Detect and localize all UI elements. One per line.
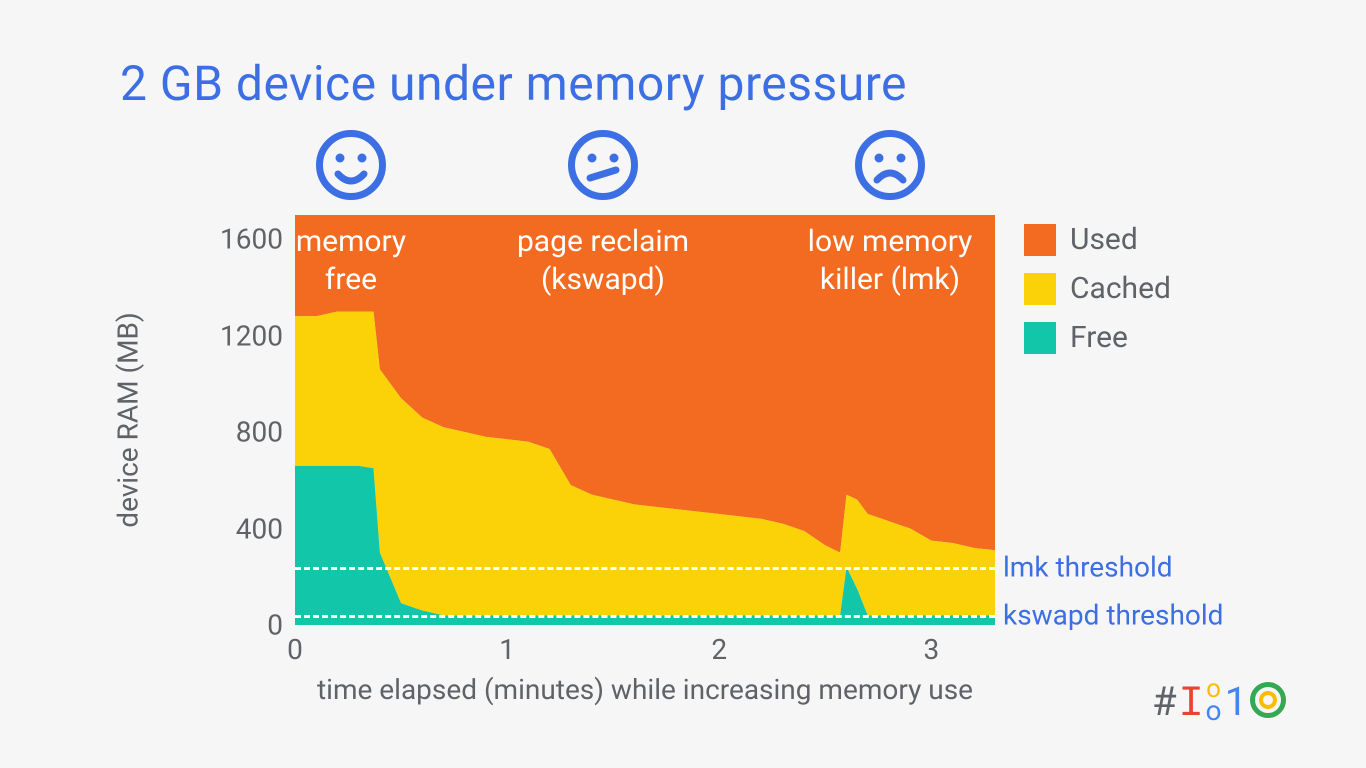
- sad-face-icon: [855, 130, 925, 200]
- lmk-threshold-label: lmk threshold: [995, 551, 1173, 584]
- legend-swatch-cached: [1024, 273, 1056, 305]
- phase-label-line1: memory: [296, 224, 406, 259]
- phase-label-line1: low memory: [808, 224, 973, 259]
- x-tick: 3: [923, 625, 939, 666]
- logo-letter-i: I: [1179, 673, 1203, 726]
- legend-label-free: Free: [1070, 320, 1128, 355]
- phase-label-0: memoryfree: [296, 223, 406, 298]
- happy-face-icon: [316, 130, 386, 200]
- legend-swatch-used: [1024, 224, 1056, 256]
- kswapd-threshold-line: [295, 615, 995, 618]
- y-axis-title: device RAM (MB): [112, 312, 145, 527]
- phase-label-line2: free: [325, 262, 377, 297]
- io18-logo: # I oo 1: [1153, 673, 1286, 726]
- hash-icon: #: [1153, 673, 1177, 726]
- phase-label-line1: page reclaim: [517, 224, 689, 259]
- meh-face-icon: [568, 130, 638, 200]
- x-tick: 2: [711, 625, 727, 666]
- legend: Used Cached Free: [1024, 222, 1171, 369]
- logo-digit-8-icon: [1250, 682, 1286, 718]
- legend-item-cached: Cached: [1024, 271, 1171, 306]
- y-tick: 1600: [205, 223, 295, 256]
- legend-label-used: Used: [1070, 222, 1138, 257]
- y-tick: 0: [205, 609, 295, 642]
- stacked-area-chart: time elapsed (minutes) while increasing …: [295, 215, 995, 625]
- legend-item-used: Used: [1024, 222, 1171, 257]
- x-tick: 1: [499, 625, 515, 666]
- legend-swatch-free: [1024, 322, 1056, 354]
- y-tick: 800: [205, 416, 295, 449]
- y-tick: 400: [205, 512, 295, 545]
- legend-label-cached: Cached: [1070, 271, 1171, 306]
- x-tick: 0: [287, 625, 303, 666]
- phase-label-2: low memorykiller (lmk): [808, 223, 973, 298]
- logo-letter-o-stack: oo: [1205, 679, 1222, 720]
- lmk-threshold-line: [295, 567, 995, 570]
- phase-label-line2: (kswapd): [541, 262, 665, 297]
- kswapd-threshold-label: kswapd threshold: [995, 599, 1223, 632]
- x-axis-title: time elapsed (minutes) while increasing …: [317, 673, 973, 706]
- slide: 2 GB device under memory pressure device…: [0, 0, 1366, 768]
- legend-item-free: Free: [1024, 320, 1171, 355]
- y-tick: 1200: [205, 319, 295, 352]
- phase-label-1: page reclaim(kswapd): [517, 223, 689, 298]
- page-title: 2 GB device under memory pressure: [120, 55, 907, 112]
- logo-digit-1: 1: [1224, 673, 1248, 726]
- phase-label-line2: killer (lmk): [820, 262, 960, 297]
